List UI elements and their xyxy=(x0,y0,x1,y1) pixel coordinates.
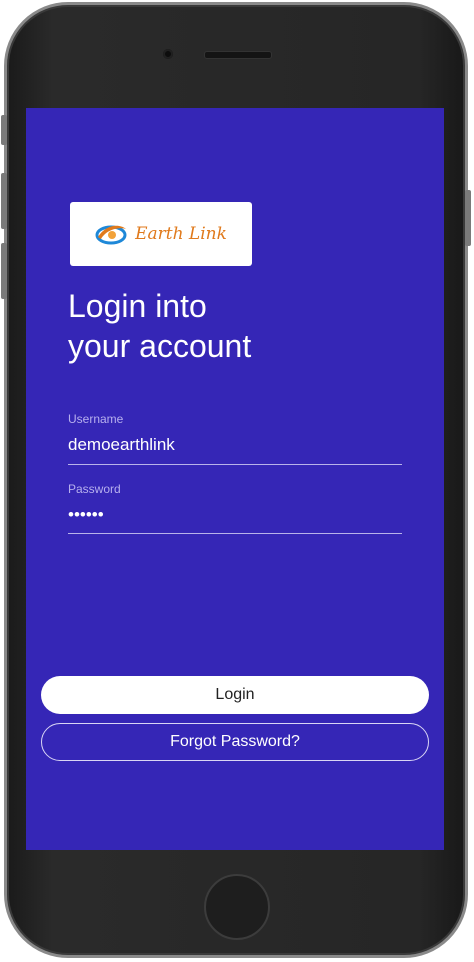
login-screen: Earth Link Login into your account Usern… xyxy=(26,108,444,850)
phone-side-button xyxy=(1,115,7,145)
page-title-line-1: Login into xyxy=(68,288,207,324)
brand-logo: Earth Link xyxy=(70,202,252,266)
username-label: Username xyxy=(68,412,124,426)
forgot-password-button[interactable]: Forgot Password? xyxy=(41,723,429,761)
phone-power-button xyxy=(465,190,471,246)
phone-volume-down-button xyxy=(1,243,7,299)
brand-name: Earth Link xyxy=(135,224,227,244)
earth-swoosh-icon xyxy=(95,225,127,245)
password-field[interactable]: •••••• xyxy=(68,505,402,525)
page-title: Login into your account xyxy=(68,286,398,366)
phone-volume-up-button xyxy=(1,173,7,229)
username-field[interactable]: demoearthlink xyxy=(68,435,402,455)
front-camera xyxy=(163,49,173,59)
home-button[interactable] xyxy=(204,874,270,940)
login-button[interactable]: Login xyxy=(41,676,429,714)
password-label: Password xyxy=(68,482,121,496)
page-title-line-2: your account xyxy=(68,328,252,364)
password-underline xyxy=(68,533,402,534)
earpiece-speaker xyxy=(204,51,272,59)
username-underline xyxy=(68,464,402,465)
